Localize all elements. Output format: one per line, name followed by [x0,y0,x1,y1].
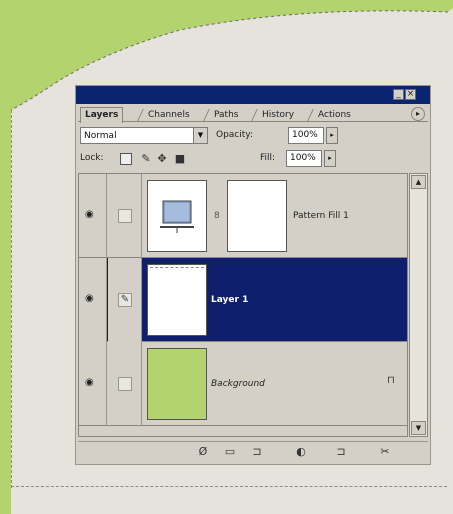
tab-divider [203,109,210,121]
visibility-cell[interactable]: ◉ [79,342,107,426]
layer-row-layer1[interactable]: ◉ ✎ Layer 1 [79,258,407,342]
tab-divider [307,109,314,121]
selection-outline [150,267,204,273]
eye-icon: ◉ [85,209,94,220]
link-cell[interactable] [108,342,142,426]
fill-label: Fill: [260,153,276,163]
layer-row-pattern-fill[interactable]: ◉ 8 Pattern Fill 1 [79,174,407,258]
lock-image-icon[interactable]: ✎ [140,153,152,165]
link-cell[interactable] [108,174,142,258]
lock-label: Lock: [80,153,104,163]
opacity-label: Opacity: [216,130,253,140]
chevron-down-icon[interactable]: ▼ [193,128,207,143]
palette-titlebar[interactable]: _ × [76,86,430,104]
scroll-up-icon[interactable]: ▲ [411,175,426,189]
palette-bottom-bar: Ø ▭ ⊐ ◐ ⊐ ✂ [78,441,428,461]
scroll-down-icon[interactable]: ▼ [411,421,426,435]
layers-list: ◉ 8 Pattern Fill 1 ◉ ✎ Layer 1 ◉ Backgro… [78,173,408,437]
palette-tabs: Layers Channels Paths History Actions ▸ [78,106,428,123]
trash-icon[interactable]: ✂ [378,445,392,459]
minimize-button[interactable]: _ [393,89,404,100]
new-layer-icon[interactable]: ⊐ [334,445,348,459]
background-thumbnail [147,348,207,420]
tab-history[interactable]: History [262,108,294,122]
blend-mode-value: Normal [84,131,117,141]
lock-transparency-icon[interactable] [120,153,132,165]
eye-icon: ◉ [85,377,94,388]
lock-all-icon[interactable]: ■ [174,153,186,165]
selection-edge-bottom [11,486,447,487]
visibility-cell[interactable]: ◉ [79,174,107,258]
adjustment-layer-icon[interactable]: ◐ [294,445,308,459]
layer-mask-icon[interactable]: ▭ [223,445,237,459]
blend-mode-select[interactable]: Normal ▼ [80,127,208,144]
fill-arrow-icon[interactable]: ▸ [324,150,336,167]
opacity-arrow-icon[interactable]: ▸ [326,127,338,144]
tab-actions[interactable]: Actions [318,108,351,122]
close-button[interactable]: × [405,89,416,100]
lock-row: Lock: ✎ ✥ ■ Fill: 100% ▸ [80,150,426,168]
pattern-adjustment-thumbnail [147,180,207,252]
layer-name: Background [211,379,265,389]
empty-link-box [118,209,132,223]
layer-name: Pattern Fill 1 [293,211,349,221]
layer-name: Layer 1 [211,295,249,305]
layer-row-background[interactable]: ◉ Background ⊓ [79,342,407,426]
link-cell[interactable]: ✎ [108,258,142,342]
layer-thumbnail [147,264,207,336]
visibility-cell[interactable]: ◉ [79,258,107,342]
eye-icon: ◉ [85,293,94,304]
layer-mask-thumbnail [227,180,287,252]
opacity-field[interactable]: 100% [288,127,324,144]
layers-palette[interactable]: _ × Layers Channels Paths History Action… [75,85,431,465]
lock-icon: ⊓ [387,375,395,386]
lock-position-icon[interactable]: ✥ [156,153,168,165]
fill-field[interactable]: 100% [286,150,322,167]
empty-link-box [118,377,132,391]
selection-edge-left [11,110,12,488]
palette-menu-button[interactable]: ▸ [411,107,425,121]
layer-style-icon[interactable]: Ø [196,445,210,459]
tab-channels[interactable]: Channels [148,108,190,122]
tab-divider [137,109,144,121]
chain-icon[interactable]: 8 [214,210,220,222]
tab-paths[interactable]: Paths [214,108,238,122]
blend-row: Normal ▼ Opacity: 100% ▸ [80,127,426,145]
layers-scrollbar[interactable]: ▲ ▼ [409,173,428,437]
brush-icon: ✎ [118,293,132,307]
tab-divider [251,109,258,121]
new-set-icon[interactable]: ⊐ [250,445,264,459]
tab-layers[interactable]: Layers [80,107,124,123]
